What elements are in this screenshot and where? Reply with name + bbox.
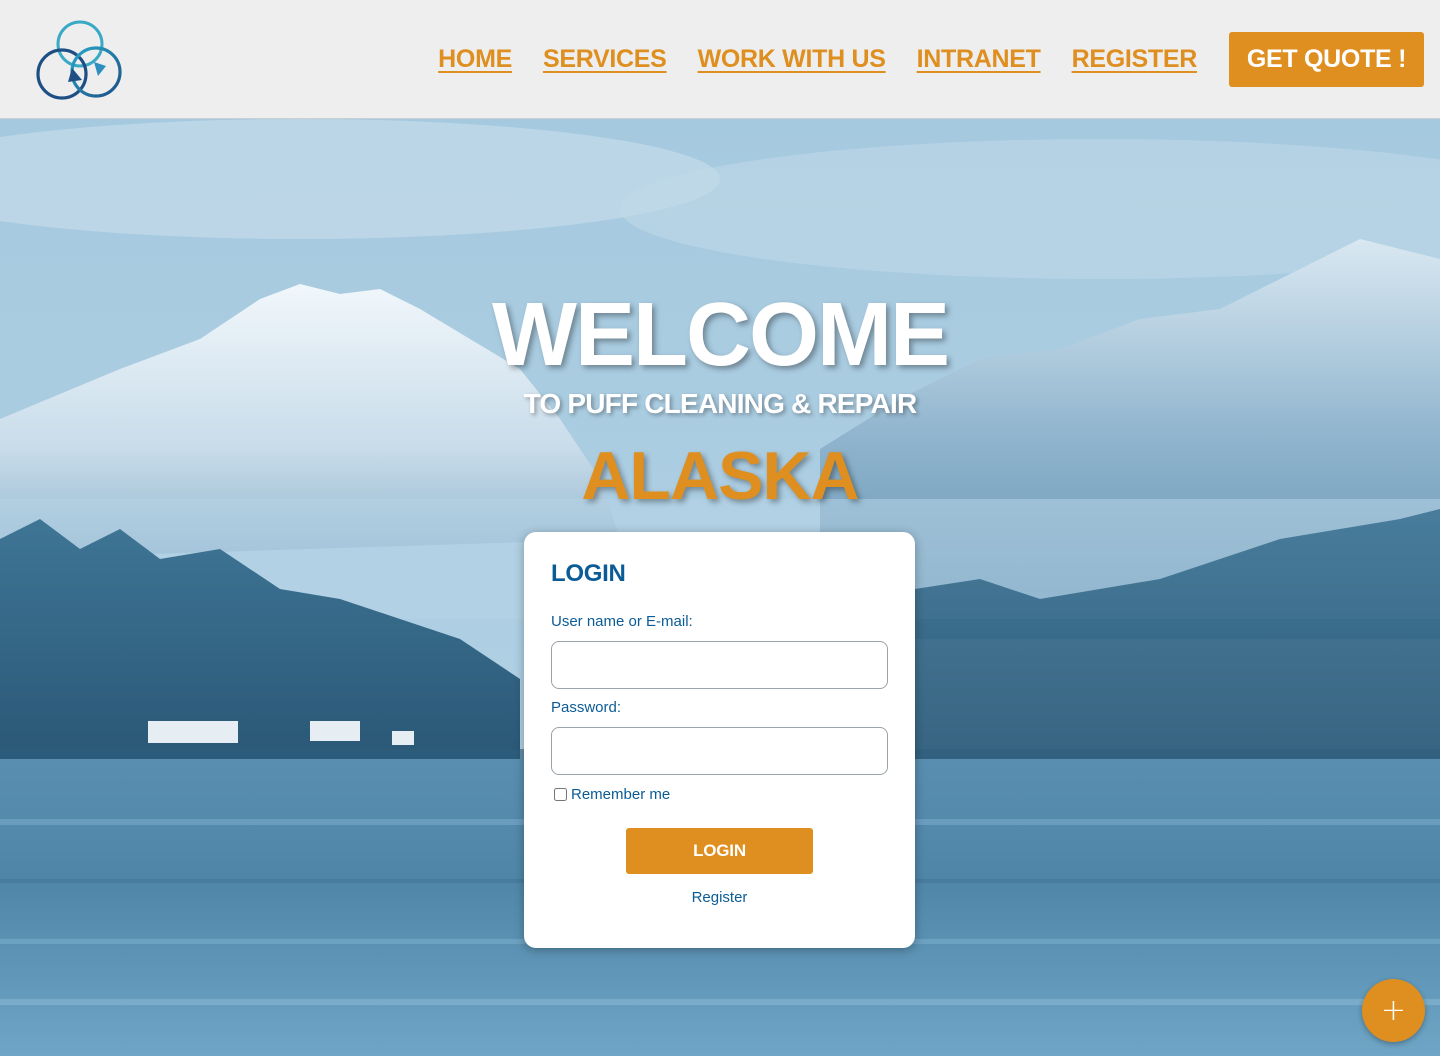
location-heading: ALASKA [581,438,859,514]
get-quote-button[interactable]: GET QUOTE ! [1229,32,1424,87]
plus-icon: + [1380,993,1407,1028]
welcome-heading: WELCOME [492,285,950,385]
recycle-arrows-logo-icon[interactable] [32,14,128,104]
plus-fab-button[interactable]: + [1362,979,1425,1042]
remember-me-label[interactable]: Remember me [571,786,670,803]
login-title: LOGIN [551,560,626,587]
nav-home-link[interactable]: HOME [438,45,512,74]
username-label: User name or E-mail: [551,613,693,630]
company-subtitle: TO PUFF CLEANING & REPAIR [523,388,918,419]
site-header: HOME SERVICES WORK WITH US INTRANET REGI… [0,0,1440,119]
remember-me-row: Remember me [554,786,670,803]
register-link[interactable]: Register [524,889,915,906]
login-button[interactable]: LOGIN [626,828,813,874]
nav-services-link[interactable]: SERVICES [543,45,667,74]
password-input[interactable] [551,727,888,775]
main-nav: HOME SERVICES WORK WITH US INTRANET REGI… [438,0,1440,119]
nav-register-link[interactable]: REGISTER [1072,45,1198,74]
nav-work-with-us-link[interactable]: WORK WITH US [698,45,886,74]
nav-intranet-link[interactable]: INTRANET [917,45,1041,74]
username-input[interactable] [551,641,888,689]
remember-me-checkbox[interactable] [554,788,567,801]
login-card: LOGIN User name or E-mail: Password: Rem… [524,532,915,948]
password-label: Password: [551,699,622,716]
